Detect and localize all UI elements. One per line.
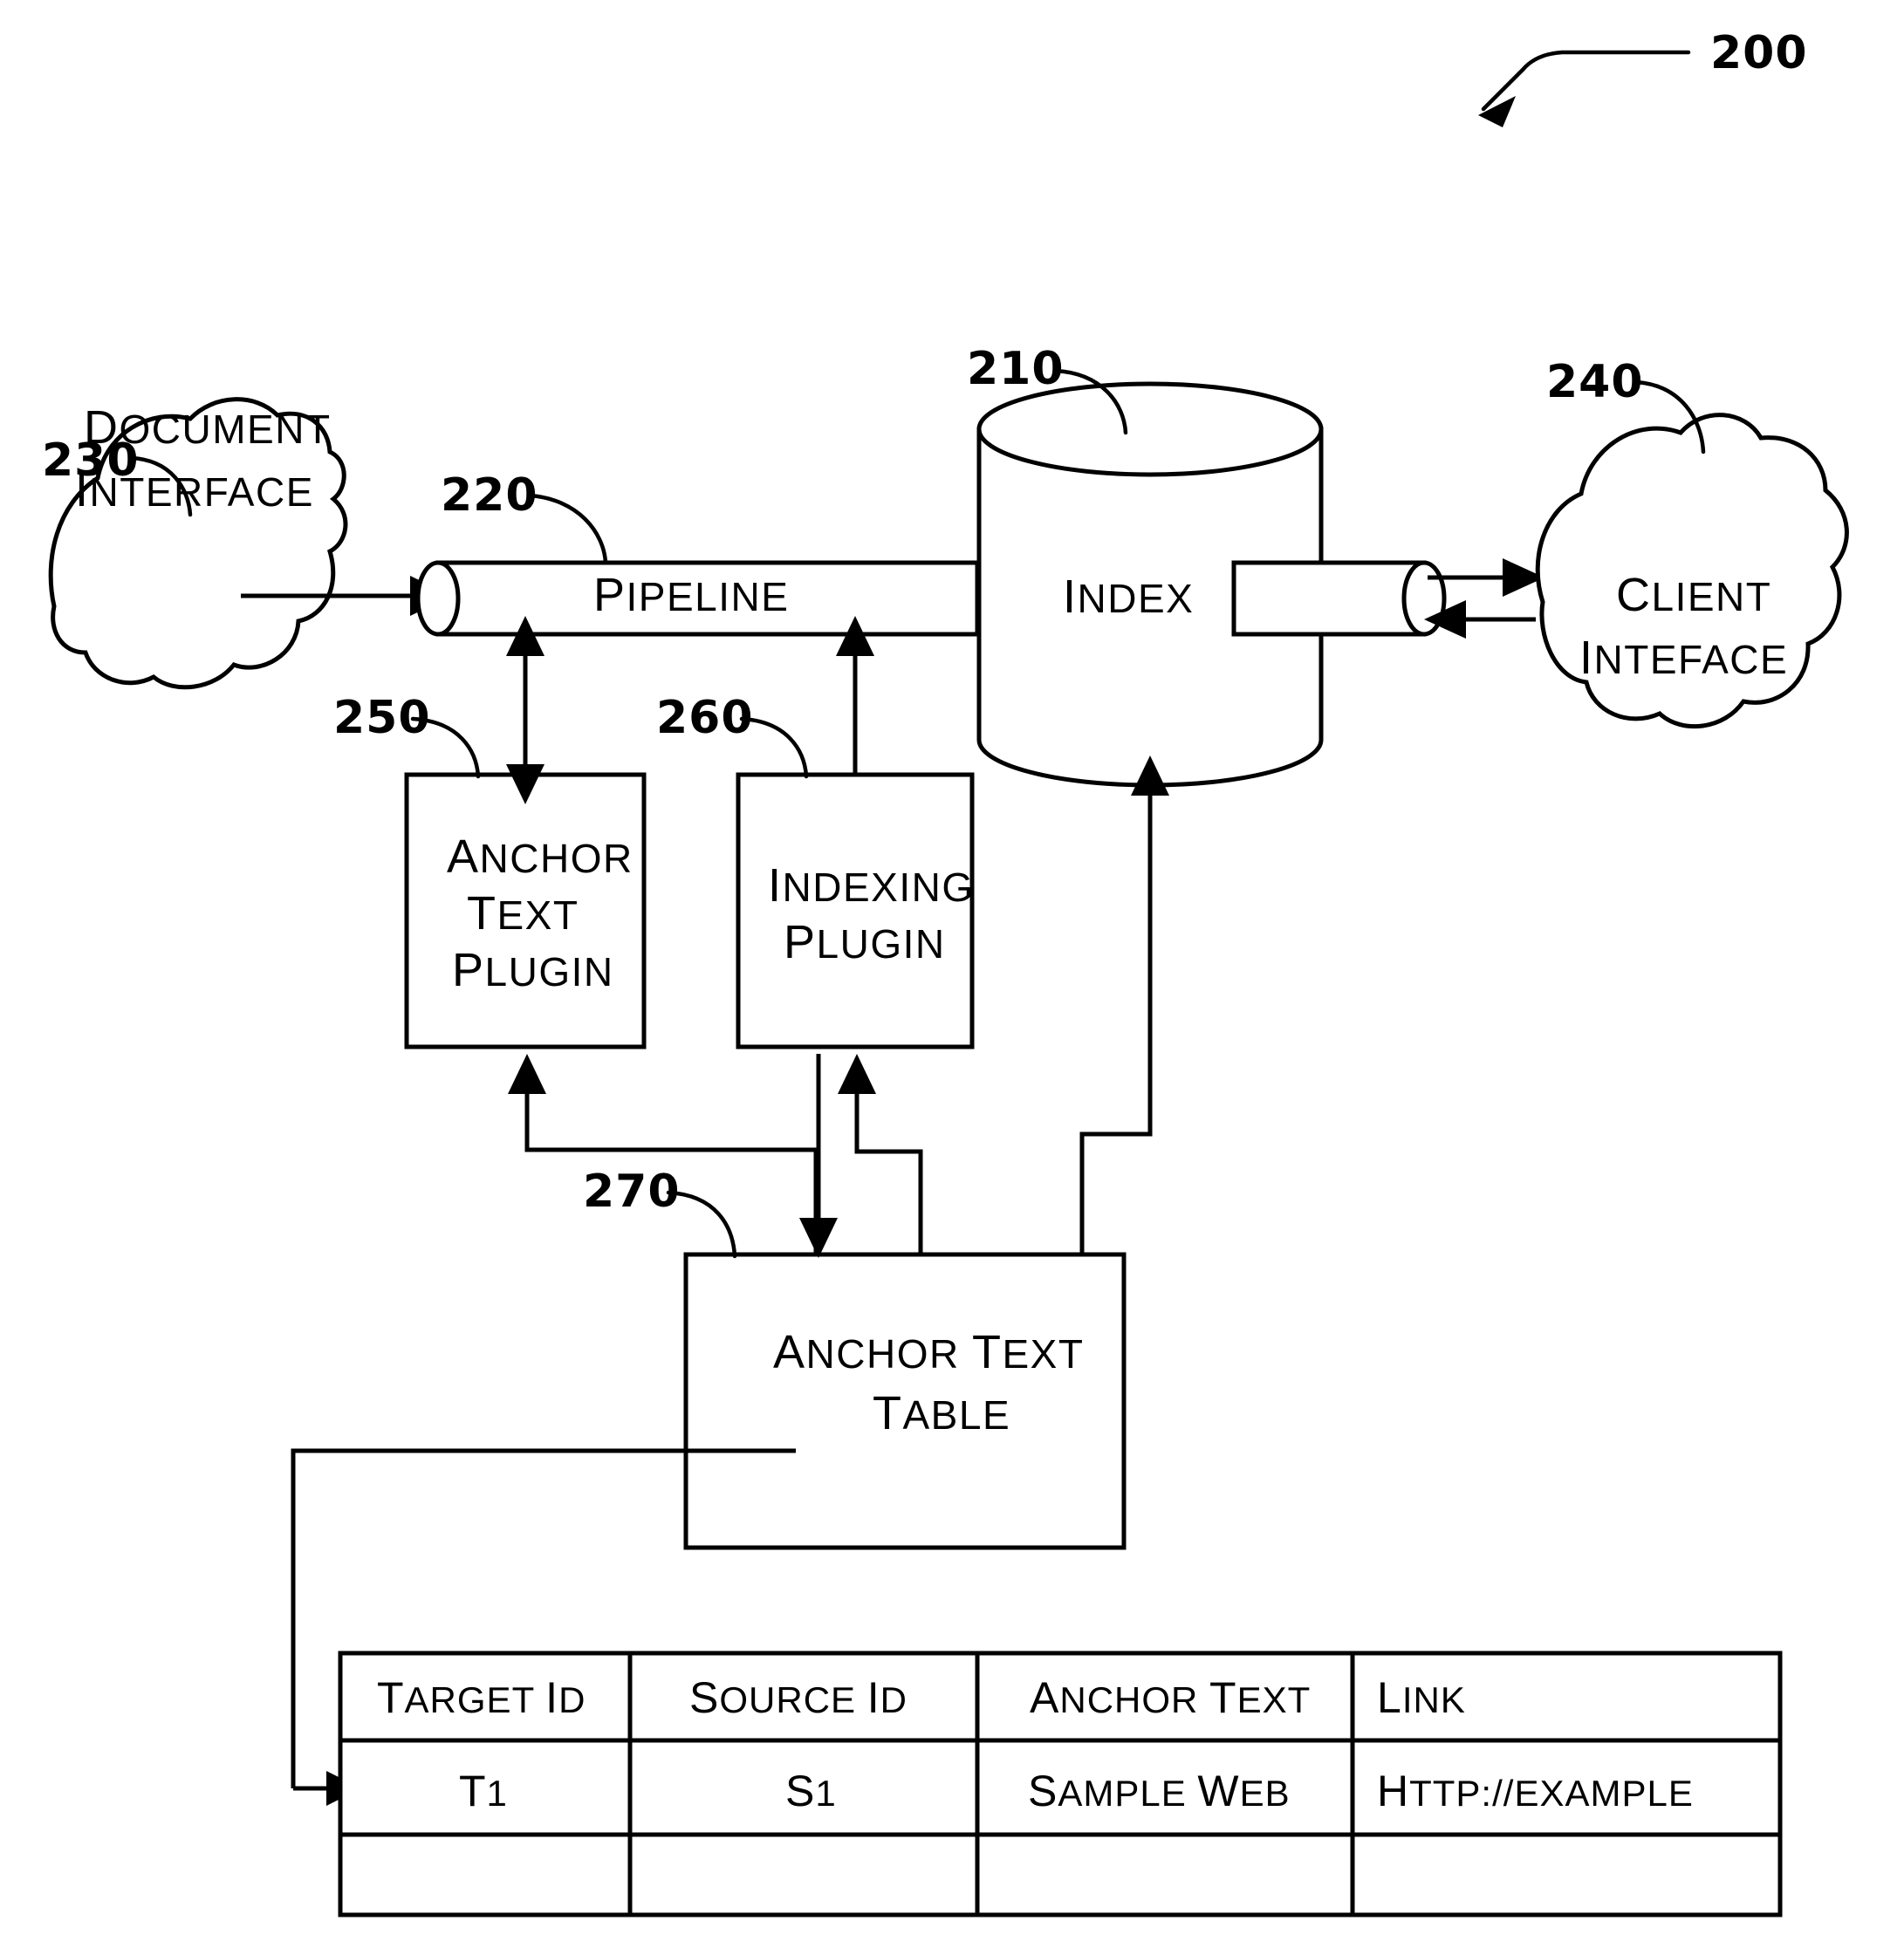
client-interface-label-line2: INTEFACE (1579, 632, 1788, 684)
index-ref: 210 (967, 343, 1065, 395)
connector-table-to-indexing-plugin (838, 1054, 923, 1254)
data-table-cell-target-id: T1 (459, 1767, 508, 1815)
data-table-cell-source-id: S1 (785, 1767, 837, 1815)
indexing-plugin-label-line1: INDEXING (768, 859, 975, 912)
connector-into-anchor-text-table (799, 1054, 838, 1258)
indexing-plugin-ref: 260 (656, 692, 754, 744)
anchor-text-table-ref: 270 (583, 1165, 681, 1218)
figure-number-label: 200 (1710, 27, 1808, 79)
connector-table-to-index (1079, 755, 1169, 1254)
client-interface-label-line1: CLIENT (1616, 569, 1771, 621)
data-table-cell-anchor-text: SAMPLE WEB (1028, 1767, 1291, 1815)
index-client-pipe (1231, 560, 1447, 637)
connector-table-to-anchor-plugin (508, 1054, 818, 1254)
anchor-text-table-label-line1: ANCHOR TEXT (773, 1326, 1084, 1378)
patent-figure: 200 DOCUMENT INTERFACE 230 PIPELINE 220 … (0, 0, 1904, 1955)
data-table-cell-link: HTTP://EXAMPLE (1377, 1767, 1694, 1815)
arrow-indexing-plugin-to-pipeline (836, 616, 874, 775)
document-interface-ref: 230 (42, 434, 140, 487)
pipeline-ref: 220 (441, 469, 538, 522)
anchor-text-plugin-label-line1: ANCHOR (447, 831, 634, 883)
index-label: INDEX (1063, 571, 1194, 623)
data-table-header-source-id: SOURCE ID (689, 1673, 907, 1722)
data-table-header-anchor-text: ANCHOR TEXT (1030, 1673, 1311, 1722)
anchor-text-plugin-ref: 250 (333, 692, 431, 744)
client-interface-ref: 240 (1546, 356, 1644, 408)
data-table-header-target-id: TARGET ID (377, 1673, 586, 1722)
pipeline-ref-leader (527, 493, 608, 565)
anchor-text-plugin-label-line3: PLUGIN (452, 944, 614, 996)
indexing-plugin-label-line2: PLUGIN (784, 916, 946, 968)
pipeline-label: PIPELINE (593, 569, 789, 621)
anchor-text-plugin-label-line2: TEXT (467, 887, 579, 940)
anchor-text-table-label-line2: TABLE (873, 1387, 1010, 1439)
arrow-pipeline-anchor-plugin-bidirectional (506, 616, 544, 804)
data-table-header-link: LINK (1377, 1673, 1466, 1722)
figure-number-leader (1478, 50, 1691, 127)
